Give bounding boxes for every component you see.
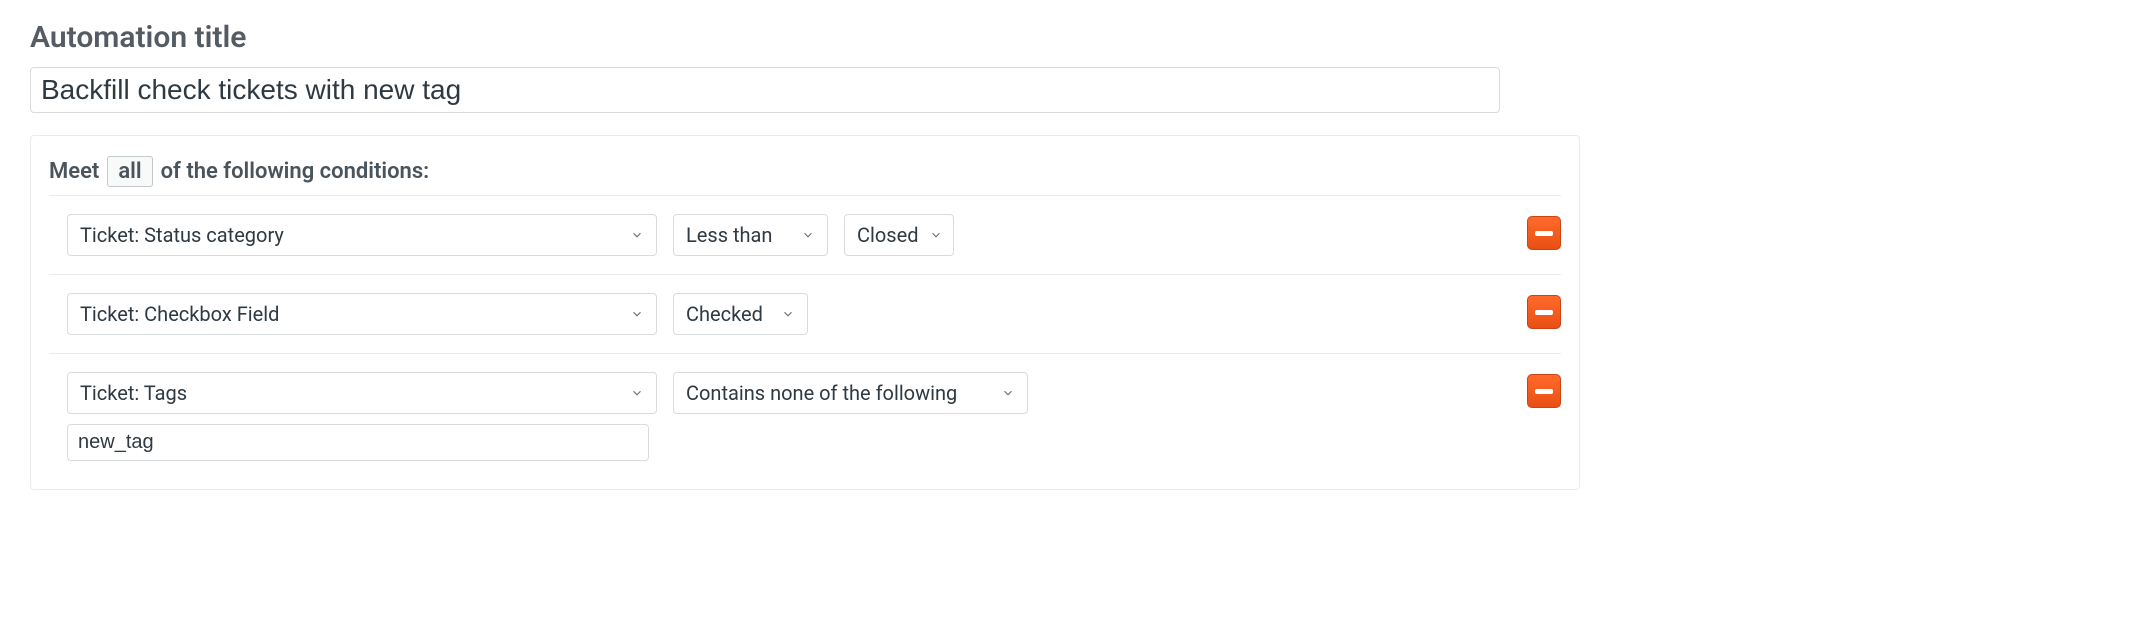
condition-operator-value: Checked (686, 302, 763, 326)
condition-row: Ticket: Tags Contains none of the follow… (49, 353, 1561, 479)
logic-mode-selector[interactable]: all (107, 156, 152, 187)
automation-title-input[interactable] (30, 67, 1500, 113)
chevron-down-icon (630, 386, 644, 400)
condition-field-value: Ticket: Tags (80, 381, 187, 405)
condition-fields: Ticket: Checkbox Field Checked (67, 293, 1511, 335)
condition-operator-select[interactable]: Checked (673, 293, 808, 335)
minus-icon (1535, 389, 1553, 394)
condition-operator-select[interactable]: Less than (673, 214, 828, 256)
automation-title-label: Automation title (30, 20, 2116, 55)
chevron-down-icon (630, 228, 644, 242)
condition-value-select[interactable]: Closed (844, 214, 954, 256)
meet-prefix-text: Meet (49, 159, 99, 184)
chevron-down-icon (781, 307, 795, 321)
condition-field-select[interactable]: Ticket: Status category (67, 214, 657, 256)
remove-condition-button[interactable] (1527, 374, 1561, 408)
condition-tag-input[interactable] (67, 424, 649, 461)
remove-condition-button[interactable] (1527, 216, 1561, 250)
conditions-header: Meet all of the following conditions: (49, 156, 1561, 187)
conditions-panel: Meet all of the following conditions: Ti… (30, 135, 1580, 490)
condition-fields: Ticket: Tags Contains none of the follow… (67, 372, 1028, 461)
condition-operator-value: Less than (686, 223, 772, 247)
condition-field-value: Ticket: Checkbox Field (80, 302, 279, 326)
condition-fields: Ticket: Status category Less than Closed (67, 214, 1511, 256)
condition-field-value: Ticket: Status category (80, 223, 284, 247)
chevron-down-icon (630, 307, 644, 321)
condition-operator-select[interactable]: Contains none of the following (673, 372, 1028, 414)
chevron-down-icon (929, 228, 943, 242)
chevron-down-icon (1001, 386, 1015, 400)
condition-row: Ticket: Status category Less than Closed (49, 195, 1561, 274)
condition-operator-value: Contains none of the following (686, 381, 957, 405)
automation-title-section: Automation title (30, 20, 2116, 113)
condition-value-text: Closed (857, 223, 919, 247)
remove-condition-button[interactable] (1527, 295, 1561, 329)
condition-row: Ticket: Checkbox Field Checked (49, 274, 1561, 353)
minus-icon (1535, 310, 1553, 315)
condition-field-select[interactable]: Ticket: Tags (67, 372, 657, 414)
minus-icon (1535, 231, 1553, 236)
condition-field-select[interactable]: Ticket: Checkbox Field (67, 293, 657, 335)
chevron-down-icon (801, 228, 815, 242)
meet-suffix-text: of the following conditions: (161, 159, 430, 184)
